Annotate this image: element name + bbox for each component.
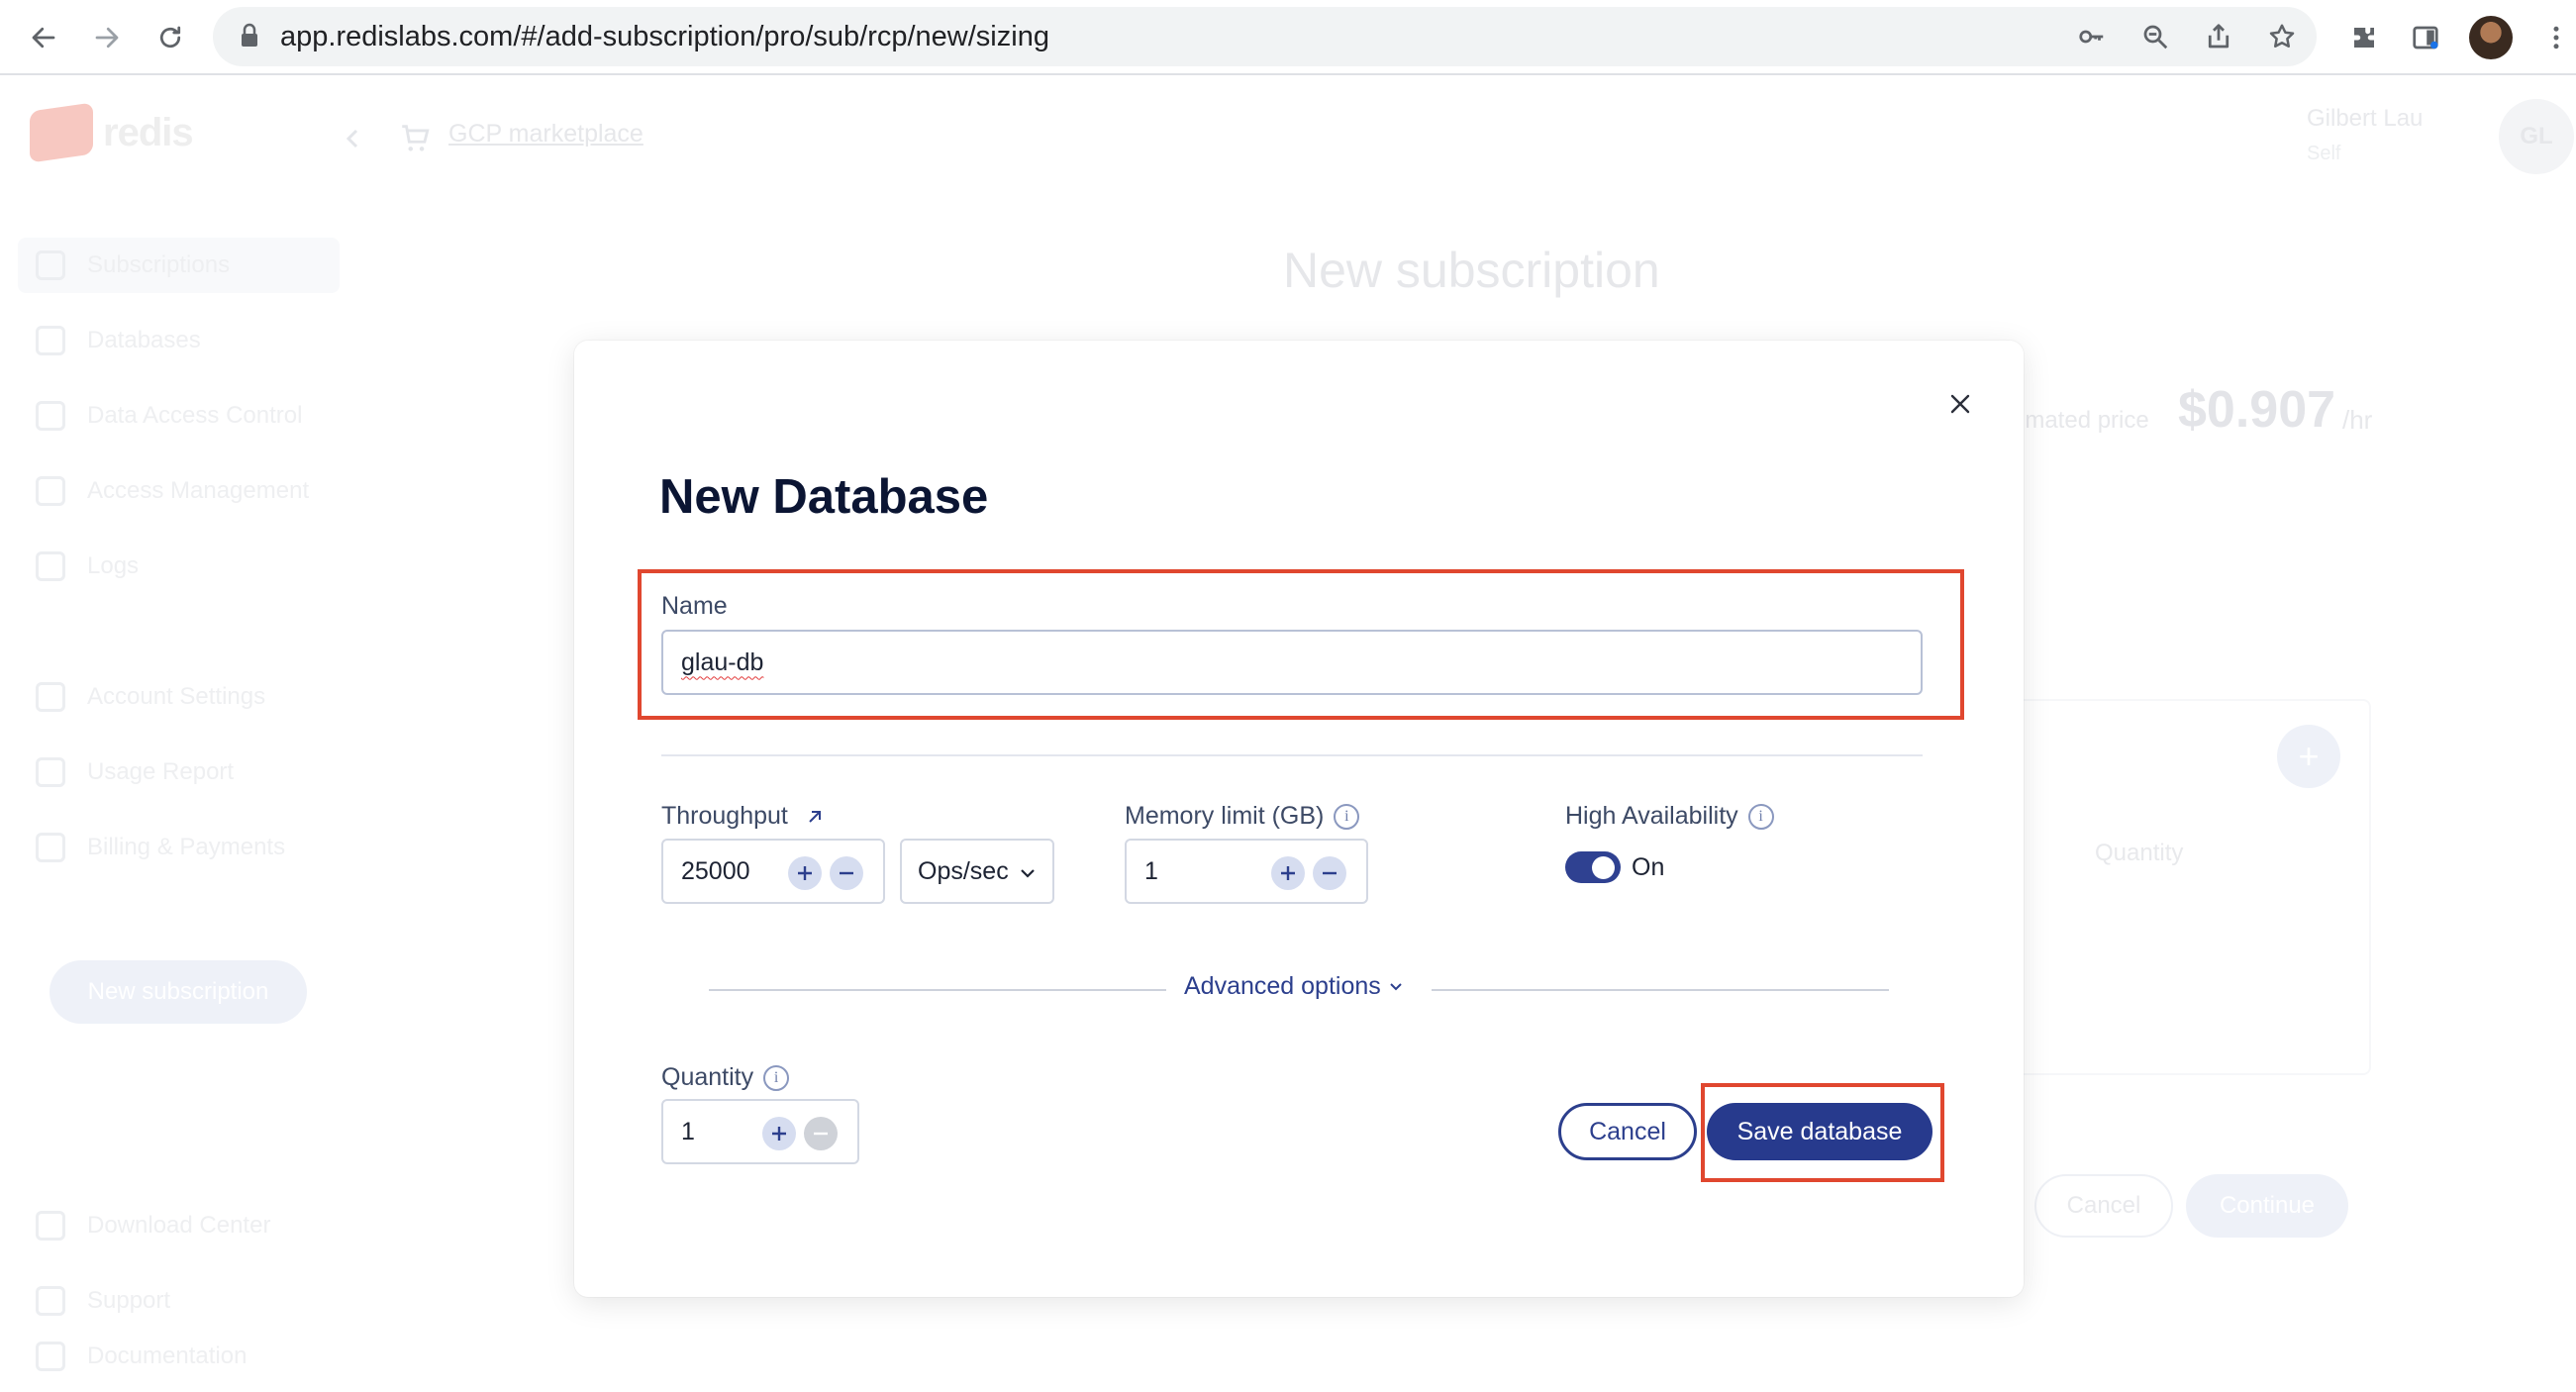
- info-icon[interactable]: i: [763, 1065, 790, 1092]
- quantity-stepper[interactable]: 1: [661, 1099, 859, 1164]
- throughput-label: Throughput: [661, 802, 825, 831]
- throughput-value: 25000: [681, 857, 750, 885]
- section-divider: [661, 754, 1923, 756]
- cancel-button[interactable]: Cancel: [1558, 1103, 1697, 1160]
- bookmark-star-icon[interactable]: [2264, 19, 2300, 54]
- share-icon[interactable]: [2201, 19, 2236, 54]
- external-arrow-icon[interactable]: [805, 807, 825, 827]
- minus-icon[interactable]: [1313, 856, 1346, 890]
- quantity-value: 1: [681, 1118, 695, 1145]
- high-availability-label-text: High Availability: [1565, 802, 1738, 830]
- memory-limit-value: 1: [1144, 857, 1158, 885]
- forward-icon[interactable]: [83, 14, 131, 61]
- browser-toolbar: app.redislabs.com/#/add-subscription/pro…: [0, 0, 2576, 75]
- plus-icon[interactable]: [762, 1117, 796, 1150]
- memory-limit-stepper[interactable]: 1: [1125, 839, 1368, 904]
- lock-icon: [239, 23, 260, 53]
- high-availability-state: On: [1632, 853, 1665, 881]
- advanced-options-toggle[interactable]: Advanced options: [1184, 972, 1403, 1001]
- browser-profile-avatar[interactable]: [2469, 16, 2513, 59]
- sidepanel-icon[interactable]: [2406, 18, 2445, 57]
- back-icon[interactable]: [20, 14, 67, 61]
- advanced-options-label: Advanced options: [1184, 972, 1381, 1000]
- quantity-label: Quantity i: [661, 1063, 790, 1092]
- chevron-down-icon: [1021, 869, 1035, 878]
- zoom-icon[interactable]: [2137, 19, 2173, 54]
- info-icon[interactable]: i: [1334, 804, 1360, 831]
- modal-title: New Database: [659, 470, 989, 524]
- database-name-value: glau-db: [681, 647, 764, 676]
- close-icon[interactable]: [1942, 386, 1978, 422]
- toggle-knob: [1592, 856, 1615, 879]
- password-key-icon[interactable]: [2074, 19, 2110, 54]
- more-menu-icon[interactable]: [2536, 18, 2576, 57]
- throughput-stepper[interactable]: 25000: [661, 839, 885, 904]
- address-bar[interactable]: app.redislabs.com/#/add-subscription/pro…: [213, 7, 2317, 66]
- new-database-modal: New Database Name glau-db Throughput 250…: [574, 341, 2024, 1297]
- url-text: app.redislabs.com/#/add-subscription/pro…: [280, 21, 1049, 52]
- high-availability-toggle[interactable]: [1565, 851, 1621, 883]
- minus-icon[interactable]: [804, 1117, 838, 1150]
- advanced-divider-right: [1432, 989, 1889, 991]
- throughput-label-text: Throughput: [661, 802, 788, 830]
- memory-limit-label: Memory limit (GB) i: [1125, 802, 1360, 831]
- throughput-unit-select[interactable]: Ops/sec: [900, 839, 1054, 904]
- extensions-icon[interactable]: [2344, 18, 2384, 57]
- advanced-divider-left: [709, 989, 1166, 991]
- database-name-input[interactable]: glau-db: [661, 630, 1923, 695]
- info-icon[interactable]: i: [1747, 804, 1774, 831]
- plus-icon[interactable]: [1271, 856, 1305, 890]
- chevron-down-icon: [1390, 982, 1402, 990]
- minus-icon[interactable]: [830, 856, 863, 890]
- throughput-unit-value: Ops/sec: [918, 857, 1009, 885]
- memory-limit-label-text: Memory limit (GB): [1125, 802, 1325, 830]
- quantity-label-text: Quantity: [661, 1063, 754, 1091]
- plus-icon[interactable]: [788, 856, 822, 890]
- save-database-button[interactable]: Save database: [1707, 1103, 1932, 1160]
- name-label: Name: [661, 592, 728, 620]
- reload-icon[interactable]: [147, 14, 194, 61]
- high-availability-label: High Availability i: [1565, 802, 1774, 831]
